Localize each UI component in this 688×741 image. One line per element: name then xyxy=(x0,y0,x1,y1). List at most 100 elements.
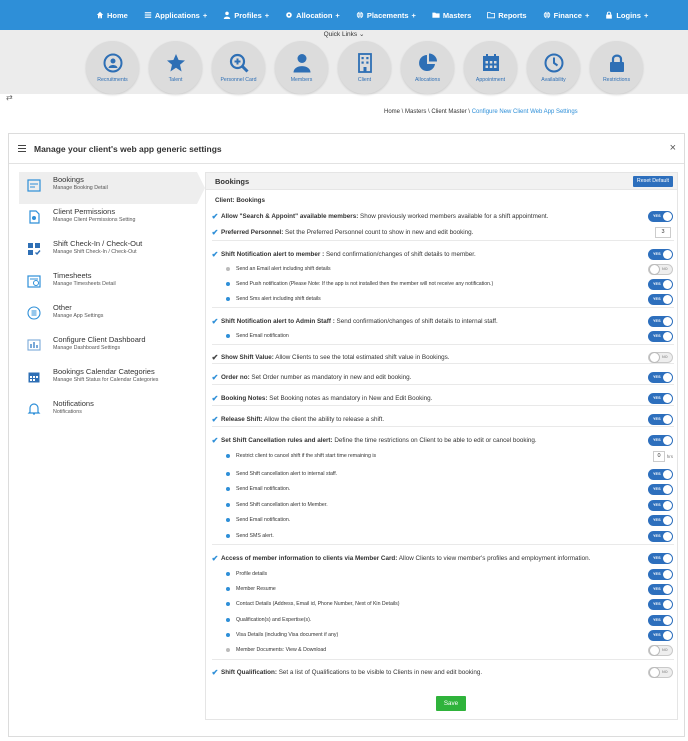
setting-toggle[interactable]: YES xyxy=(648,552,673,564)
settings-left-nav: Bookings Manage Booking Detail Client Per… xyxy=(19,172,205,428)
breadcrumb-path[interactable]: Home \ Masters \ Client Master \ xyxy=(384,109,472,115)
quick-link-availability[interactable]: Availability xyxy=(527,41,580,94)
quick-link-members[interactable]: Members xyxy=(275,41,328,94)
setting-toggle[interactable]: NO xyxy=(648,644,673,656)
bullet-icon xyxy=(226,587,230,591)
folder-open-icon xyxy=(487,11,496,19)
setting-label: Send Sms alert including shift details xyxy=(236,296,321,302)
quick-link-appointment[interactable]: Appointment xyxy=(464,41,517,94)
setting-toggle[interactable]: YES xyxy=(648,614,673,626)
setting-toggle[interactable]: YES xyxy=(648,530,673,542)
setting-toggle[interactable]: YES xyxy=(648,483,673,495)
zoom-plus-icon xyxy=(229,53,249,73)
setting-label: Booking Notes: Set Booking notes as mand… xyxy=(221,395,432,402)
setting-toggle[interactable]: NO xyxy=(648,263,673,275)
leftnav-item-shift-checkin[interactable]: Shift Check-In / Check-Out Manage Shift C… xyxy=(19,236,197,268)
setting-toggle[interactable]: YES xyxy=(648,278,673,290)
setting-label: Send Email notification. xyxy=(236,517,290,523)
leftnav-item-notifications[interactable]: Notifications Notifications xyxy=(19,396,197,428)
setting-toggle[interactable]: YES xyxy=(648,248,673,260)
setting-label-bold: Order no: xyxy=(221,373,250,381)
setting-toggle[interactable]: YES xyxy=(648,568,673,580)
close-icon[interactable]: × xyxy=(670,142,676,154)
setting-toggle[interactable]: YES xyxy=(648,210,673,222)
setting-label: Access of member information to clients … xyxy=(221,555,590,562)
client-label: Client: Bookings xyxy=(215,197,266,204)
quick-links-label: Quick Links xyxy=(323,31,358,38)
chevron-down-icon: ⌄ xyxy=(358,31,365,38)
setting-toggle[interactable]: YES xyxy=(648,293,673,305)
setting-label: Shift Notification alert to member : Sen… xyxy=(221,251,476,258)
leftnav-item-client-permissions[interactable]: Client Permissions Manage Client Permissi… xyxy=(19,204,197,236)
setting-toggle[interactable]: YES xyxy=(648,514,673,526)
reset-default-button[interactable]: Reset Default xyxy=(632,176,673,187)
quick-link-client[interactable]: Client xyxy=(338,41,391,94)
quick-link-restrictions[interactable]: Restrictions xyxy=(590,41,643,94)
setting-row: Send SMS alert. YES xyxy=(206,529,677,543)
setting-row: ✔ Release Shift: Allow the client the abi… xyxy=(206,412,677,426)
collapse-sidebar-icon[interactable]: ⇄ xyxy=(6,93,13,102)
nav-masters[interactable]: Masters xyxy=(424,11,479,20)
setting-row: Send Shift cancellation alert to interna… xyxy=(206,467,677,481)
nav-finance[interactable]: Finance + xyxy=(535,11,598,20)
setting-toggle[interactable]: YES xyxy=(648,468,673,480)
nav-home[interactable]: Home xyxy=(88,11,136,20)
setting-toggle[interactable]: YES xyxy=(648,598,673,610)
target-user-icon xyxy=(103,53,122,72)
leftnav-title: Timesheets xyxy=(53,271,92,280)
quick-link-allocations[interactable]: Allocations xyxy=(401,41,454,94)
check-icon: ✔ xyxy=(211,393,219,403)
toggle-label: NO xyxy=(662,647,668,652)
setting-toggle[interactable]: YES xyxy=(648,315,673,327)
setting-toggle[interactable]: YES xyxy=(648,583,673,595)
setting-toggle[interactable]: YES xyxy=(648,371,673,383)
setting-toggle[interactable]: NO xyxy=(648,351,673,363)
nav-allocation[interactable]: Allocation + xyxy=(277,11,348,20)
divider xyxy=(212,426,674,427)
setting-toggle[interactable]: YES xyxy=(648,413,673,425)
nav-placements[interactable]: Placements + xyxy=(348,11,424,20)
setting-toggle[interactable]: YES xyxy=(648,434,673,446)
setting-toggle[interactable]: YES xyxy=(648,330,673,342)
leftnav-item-configure-dashboard[interactable]: Configure Client Dashboard Manage Dashboa… xyxy=(19,332,197,364)
bookings-settings: Bookings Reset Default Client: Bookings … xyxy=(205,172,678,720)
quick-link-talent[interactable]: Talent xyxy=(149,41,202,94)
leftnav-subtitle: Manage Shift Check-In / Check-Out xyxy=(53,249,137,255)
setting-toggle[interactable]: YES xyxy=(648,392,673,404)
quick-link-recruitments[interactable]: Recruitments xyxy=(86,41,139,94)
setting-toggle[interactable]: YES xyxy=(648,629,673,641)
save-button[interactable]: Save xyxy=(436,696,466,711)
hours-input[interactable]: 0 xyxy=(653,450,665,462)
leftnav-item-bookings[interactable]: Bookings Manage Booking Detail xyxy=(19,172,205,204)
bullet-icon xyxy=(226,503,230,507)
toggle-label: YES xyxy=(653,617,661,622)
setting-label: Set Shift Cancellation rules and alert: … xyxy=(221,437,537,444)
toggle-label: YES xyxy=(653,333,661,338)
setting-row: Member Documents: View & Download NO xyxy=(206,643,677,657)
nav-reports[interactable]: Reports xyxy=(479,11,534,20)
setting-row: Contact Details (Address, Email id, Phon… xyxy=(206,597,677,611)
setting-toggle[interactable]: NO xyxy=(648,666,673,678)
check-icon: ✔ xyxy=(211,316,219,326)
setting-label-text: Qualification(s) and Expertise(s). xyxy=(236,617,312,623)
pie-icon xyxy=(418,53,437,71)
toggle-label: NO xyxy=(662,669,668,674)
toggle-label: YES xyxy=(653,281,661,286)
clock-icon xyxy=(544,53,563,72)
nav-applications[interactable]: Applications + xyxy=(136,11,215,20)
preferred-personnel-input[interactable]: 3 xyxy=(655,226,671,238)
setting-label: Qualification(s) and Expertise(s). xyxy=(236,617,311,623)
divider xyxy=(212,240,674,241)
leftnav-item-calendar-categories[interactable]: Bookings Calendar Categories Manage Shift… xyxy=(19,364,197,396)
quick-links-toggle[interactable]: Quick Links ⌄ xyxy=(0,30,688,39)
setting-toggle[interactable]: YES xyxy=(648,499,673,511)
nav-profiles[interactable]: Profiles + xyxy=(215,11,277,20)
divider xyxy=(212,544,674,545)
leftnav-item-timesheets[interactable]: Timesheets Manage Timesheets Detail xyxy=(19,268,197,300)
nav-logins[interactable]: Logins + xyxy=(597,11,656,20)
quick-link-personnel-card[interactable]: Personnel Card xyxy=(212,41,265,94)
setting-label-text: Send Shift cancellation alert to interna… xyxy=(236,471,338,477)
setting-row: Profile details YES xyxy=(206,567,677,581)
setting-row: Send an Email alert including shift deta… xyxy=(206,262,677,276)
leftnav-item-other[interactable]: Other Manage App Settings xyxy=(19,300,197,332)
